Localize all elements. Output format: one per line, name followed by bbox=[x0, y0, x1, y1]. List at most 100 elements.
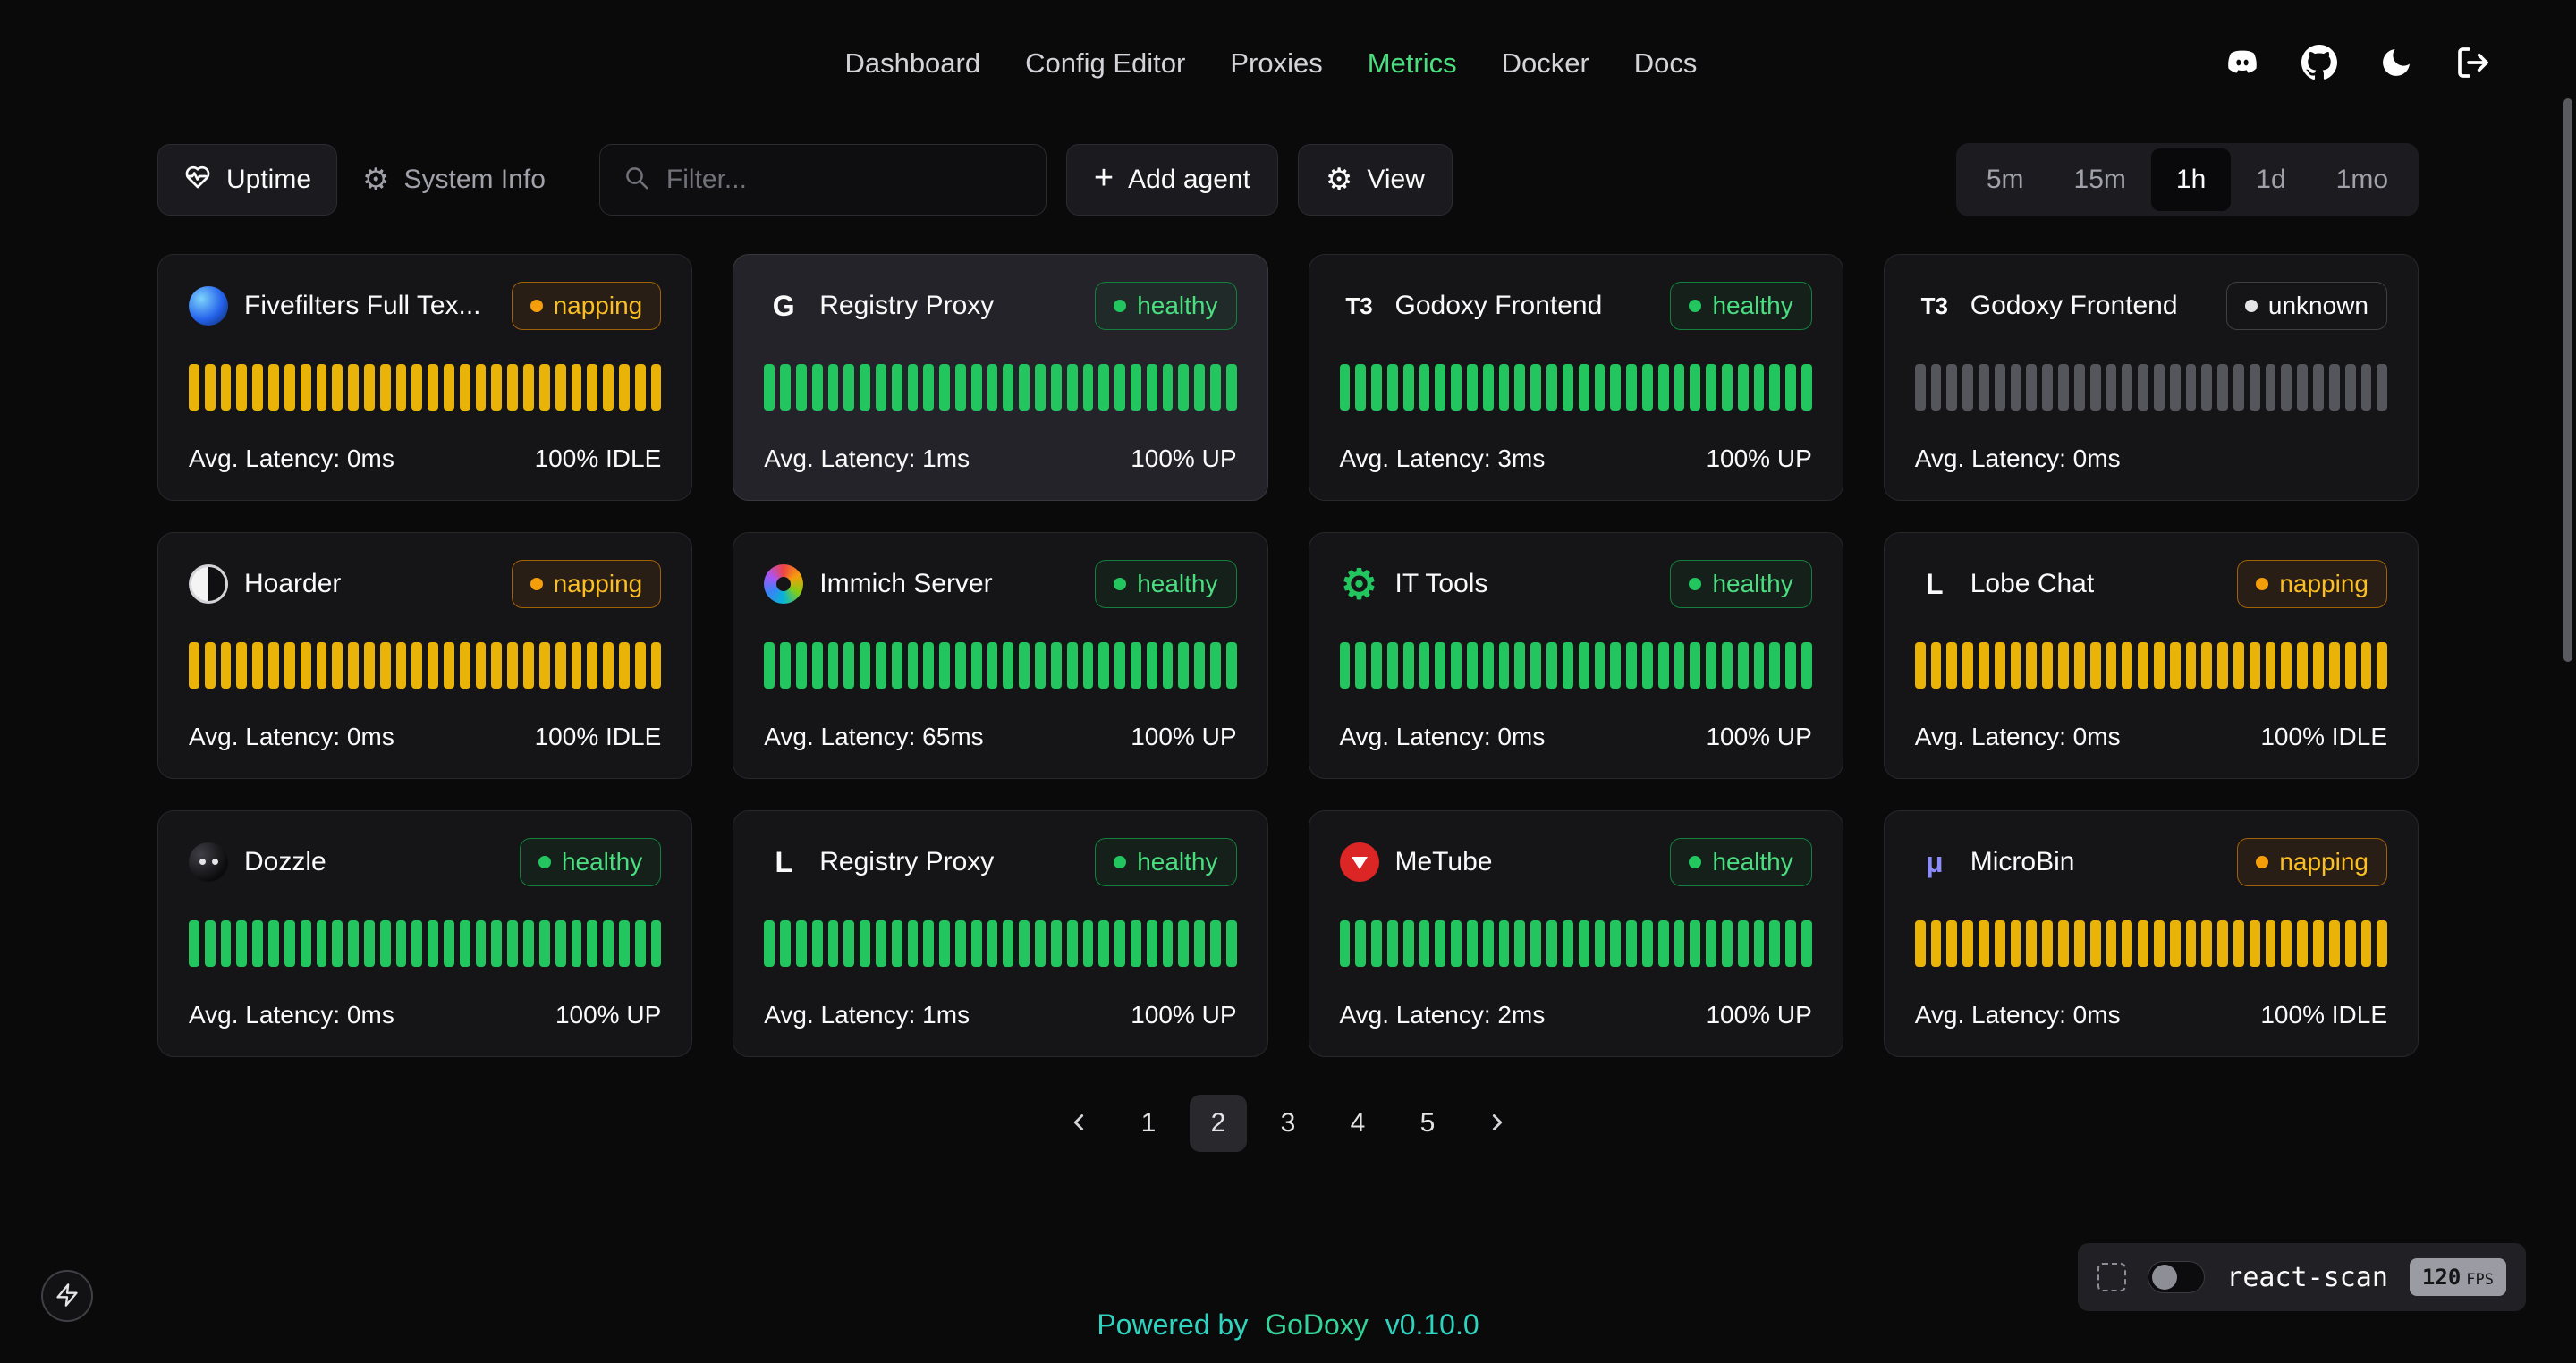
github-button[interactable] bbox=[2299, 43, 2340, 84]
uptime-bar bbox=[2201, 364, 2212, 411]
time-range-selector: 5m 15m 1h 1d 1mo bbox=[1956, 143, 2419, 216]
uptime-bar bbox=[189, 920, 199, 967]
uptime-bar bbox=[971, 642, 982, 689]
uptime-bar bbox=[1131, 642, 1141, 689]
uptime-bar bbox=[507, 920, 518, 967]
godoxy-link[interactable]: GoDoxy bbox=[1265, 1308, 1368, 1341]
service-card[interactable]: L Lobe Chat napping Avg. Latency: 0ms 10… bbox=[1884, 532, 2419, 779]
uptime-bar bbox=[2090, 642, 2101, 689]
uptime-bar bbox=[539, 920, 550, 967]
uptime-bar bbox=[812, 364, 823, 411]
latency-label: Avg. Latency: 0ms bbox=[189, 723, 394, 751]
nav-proxies[interactable]: Proxies bbox=[1230, 47, 1322, 80]
uptime-bar bbox=[1194, 920, 1205, 967]
theme-toggle-button[interactable] bbox=[2376, 43, 2417, 84]
service-name: Immich Server bbox=[819, 569, 992, 599]
time-range-1d[interactable]: 1d bbox=[2231, 148, 2310, 211]
github-icon bbox=[2301, 45, 2337, 83]
service-card[interactable]: T3 Godoxy Frontend unknown Avg. Latency:… bbox=[1884, 254, 2419, 501]
uptime-bar bbox=[2058, 920, 2069, 967]
nav-dashboard[interactable]: Dashboard bbox=[844, 47, 980, 80]
uptime-bar bbox=[1210, 364, 1221, 411]
service-card[interactable]: IT Tools healthy Avg. Latency: 0ms 100% … bbox=[1309, 532, 1843, 779]
time-range-15m[interactable]: 15m bbox=[2049, 148, 2151, 211]
time-range-5m[interactable]: 5m bbox=[1962, 148, 2049, 211]
uptime-bar bbox=[2281, 642, 2292, 689]
uptime-bar bbox=[2377, 642, 2387, 689]
next-page-button[interactable] bbox=[1469, 1095, 1526, 1152]
uptime-bar bbox=[1931, 642, 1942, 689]
uptime-bar bbox=[1083, 920, 1094, 967]
uptime-bar bbox=[2074, 920, 2085, 967]
page-button-3[interactable]: 3 bbox=[1259, 1095, 1317, 1152]
uptime-bar bbox=[460, 364, 470, 411]
tab-system-info[interactable]: ⚙ System Info bbox=[337, 144, 571, 216]
service-card[interactable]: T3 Godoxy Frontend healthy Avg. Latency:… bbox=[1309, 254, 1843, 501]
scrollbar-thumb[interactable] bbox=[2563, 98, 2572, 662]
page-button-5[interactable]: 5 bbox=[1399, 1095, 1456, 1152]
card-title: T3 Godoxy Frontend bbox=[1915, 286, 2178, 326]
time-range-1h[interactable]: 1h bbox=[2151, 148, 2231, 211]
page-button-1[interactable]: 1 bbox=[1120, 1095, 1177, 1152]
uptime-bar bbox=[2090, 364, 2101, 411]
uptime-bar bbox=[892, 642, 902, 689]
view-button[interactable]: ⚙ View bbox=[1298, 144, 1453, 216]
card-footer: Avg. Latency: 0ms 100% UP bbox=[1340, 723, 1812, 751]
discord-button[interactable] bbox=[2222, 43, 2263, 84]
uptime-bar bbox=[1514, 364, 1525, 411]
uptime-bar bbox=[1546, 920, 1557, 967]
uptime-bar bbox=[572, 642, 582, 689]
uptime-label: 100% UP bbox=[1131, 1001, 1236, 1029]
filter-input[interactable] bbox=[666, 165, 1022, 195]
uptime-bar bbox=[1451, 364, 1462, 411]
uptime-bar bbox=[555, 642, 566, 689]
status-label: napping bbox=[2279, 848, 2368, 876]
service-card[interactable]: μ MicroBin napping Avg. Latency: 0ms 100… bbox=[1884, 810, 2419, 1057]
uptime-bar bbox=[2026, 642, 2037, 689]
uptime-bar bbox=[2250, 920, 2260, 967]
status-badge: healthy bbox=[1670, 838, 1811, 886]
uptime-bar bbox=[651, 364, 662, 411]
uptime-bar bbox=[2361, 920, 2372, 967]
uptime-bar bbox=[1403, 364, 1414, 411]
logout-button[interactable] bbox=[2453, 43, 2494, 84]
service-card[interactable]: Dozzle healthy Avg. Latency: 0ms 100% UP bbox=[157, 810, 692, 1057]
uptime-bar bbox=[205, 642, 216, 689]
status-badge: healthy bbox=[1095, 282, 1236, 330]
uptime-bar bbox=[364, 364, 375, 411]
nav-docs[interactable]: Docs bbox=[1634, 47, 1698, 80]
react-scan-toggle[interactable] bbox=[2148, 1261, 2205, 1293]
service-card[interactable]: MeTube healthy Avg. Latency: 2ms 100% UP bbox=[1309, 810, 1843, 1057]
page-button-4[interactable]: 4 bbox=[1329, 1095, 1386, 1152]
nav-metrics[interactable]: Metrics bbox=[1368, 47, 1457, 80]
prev-page-button[interactable] bbox=[1050, 1095, 1107, 1152]
page-button-2[interactable]: 2 bbox=[1190, 1095, 1247, 1152]
uptime-label: 100% UP bbox=[555, 1001, 661, 1029]
service-card[interactable]: Hoarder napping Avg. Latency: 0ms 100% I… bbox=[157, 532, 692, 779]
service-card[interactable]: G Registry Proxy healthy Avg. Latency: 1… bbox=[733, 254, 1267, 501]
uptime-bar bbox=[1769, 364, 1780, 411]
service-card[interactable]: Fivefilters Full Tex... napping Avg. Lat… bbox=[157, 254, 692, 501]
quick-action-button[interactable] bbox=[41, 1270, 93, 1322]
nav-config-editor[interactable]: Config Editor bbox=[1025, 47, 1185, 80]
time-range-1mo[interactable]: 1mo bbox=[2311, 148, 2413, 211]
add-agent-button[interactable]: + Add agent bbox=[1066, 144, 1278, 216]
uptime-bar bbox=[2361, 364, 2372, 411]
latency-label: Avg. Latency: 0ms bbox=[189, 444, 394, 473]
uptime-bar bbox=[860, 642, 870, 689]
card-title: MeTube bbox=[1340, 842, 1493, 882]
uptime-bar bbox=[205, 920, 216, 967]
nav-docker[interactable]: Docker bbox=[1502, 47, 1589, 80]
status-dot-icon bbox=[530, 300, 543, 312]
uptime-bar bbox=[1483, 642, 1494, 689]
uptime-bar bbox=[780, 920, 791, 967]
tab-uptime[interactable]: Uptime bbox=[157, 144, 337, 216]
uptime-bar bbox=[2313, 642, 2324, 689]
uptime-bar bbox=[1801, 920, 1812, 967]
service-card[interactable]: Immich Server healthy Avg. Latency: 65ms… bbox=[733, 532, 1267, 779]
uptime-bar bbox=[2186, 920, 2197, 967]
uptime-bar bbox=[428, 364, 438, 411]
uptime-bar bbox=[572, 920, 582, 967]
card-header: L Lobe Chat napping bbox=[1915, 560, 2387, 608]
service-card[interactable]: L Registry Proxy healthy Avg. Latency: 1… bbox=[733, 810, 1267, 1057]
